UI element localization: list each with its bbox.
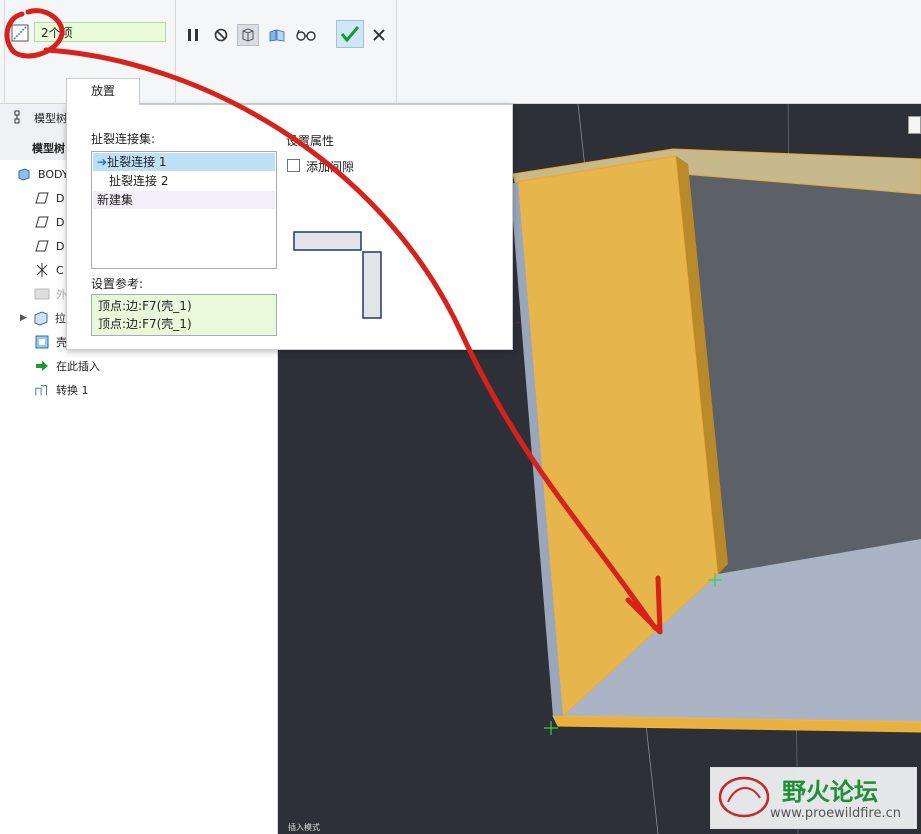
annotation-overlay bbox=[4, 8, 663, 635]
watermark-logo-icon bbox=[716, 772, 774, 825]
watermark-title: 野火论坛 bbox=[782, 778, 878, 806]
watermark-url: www.proewildfire.cn bbox=[770, 806, 901, 821]
status-text: 插入模式 bbox=[288, 823, 320, 832]
